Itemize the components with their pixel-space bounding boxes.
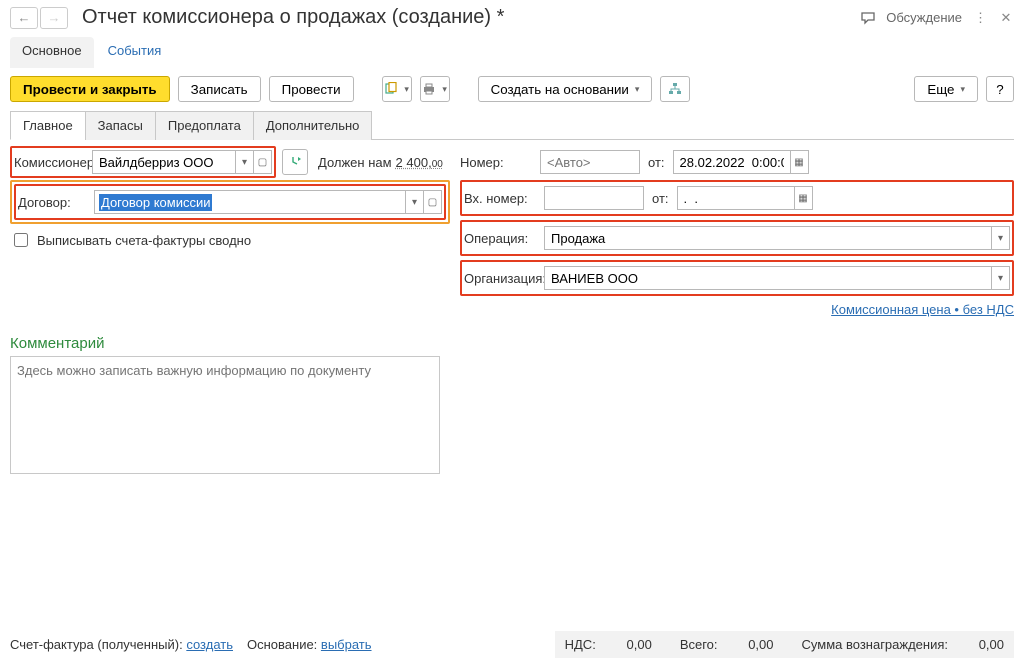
- chevron-down-icon: ▾: [998, 273, 1003, 284]
- totals-bar: НДС:0,00 Всего:0,00 Сумма вознаграждения…: [555, 631, 1014, 658]
- contract-input[interactable]: Договор комиссии: [94, 190, 406, 214]
- bulk-invoice-checkbox[interactable]: [14, 233, 28, 247]
- print-icon: [422, 82, 436, 96]
- save-button[interactable]: Записать: [178, 76, 261, 102]
- help-button[interactable]: ?: [986, 76, 1014, 102]
- chevron-down-icon: ▾: [442, 84, 447, 95]
- org-dropdown-button[interactable]: ▾: [992, 266, 1010, 290]
- total-label: Всего:: [680, 637, 718, 652]
- date-picker-button[interactable]: ▦: [791, 150, 809, 174]
- close-icon[interactable]: ✕: [998, 10, 1014, 26]
- tab-prepay[interactable]: Предоплата: [155, 111, 254, 140]
- chevron-down-icon: ▾: [635, 84, 640, 95]
- print-dropdown-button[interactable]: ▾: [420, 76, 450, 102]
- in-date-picker-button[interactable]: ▦: [795, 186, 813, 210]
- chevron-down-icon: ▾: [242, 157, 247, 168]
- fee-label: Сумма вознаграждения:: [802, 637, 948, 652]
- number-label: Номер:: [460, 155, 540, 170]
- chevron-down-icon: ▾: [404, 84, 409, 95]
- basis-select-link[interactable]: выбрать: [321, 637, 372, 652]
- create-based-label: Создать на основании: [491, 82, 629, 97]
- total-value: 0,00: [718, 637, 774, 652]
- copy-icon: [384, 82, 398, 96]
- discuss-link[interactable]: Обсуждение: [886, 10, 962, 25]
- in-number-input[interactable]: [544, 186, 644, 210]
- comment-textarea[interactable]: [10, 356, 440, 474]
- open-icon: ▢: [428, 197, 437, 208]
- commissioner-input[interactable]: [92, 150, 236, 174]
- org-value[interactable]: [549, 270, 987, 287]
- nav-forward-button[interactable]: →: [40, 7, 68, 29]
- chevron-down-icon: ▾: [412, 197, 417, 208]
- operation-value[interactable]: [549, 230, 987, 247]
- fee-value: 0,00: [948, 637, 1004, 652]
- debt-value[interactable]: 2 400,: [396, 155, 432, 170]
- copy-dropdown-button[interactable]: ▾: [382, 76, 412, 102]
- more-label: Еще: [927, 82, 954, 97]
- date-input[interactable]: [673, 150, 791, 174]
- arrow-right-icon: →: [48, 10, 61, 25]
- operation-select[interactable]: [544, 226, 992, 250]
- post-and-close-button[interactable]: Провести и закрыть: [10, 76, 170, 102]
- contract-value: Договор комиссии: [99, 194, 212, 211]
- org-label: Организация:: [464, 271, 544, 286]
- contract-label: Договор:: [18, 195, 94, 210]
- commissioner-value[interactable]: [97, 154, 231, 171]
- number-input[interactable]: [540, 150, 640, 174]
- refresh-icon: [288, 155, 302, 169]
- discuss-icon[interactable]: [860, 10, 876, 26]
- page-title: Отчет комиссионера о продажах (создание)…: [82, 6, 860, 29]
- create-based-button[interactable]: Создать на основании ▾: [478, 76, 653, 102]
- chevron-down-icon: ▾: [960, 84, 965, 95]
- tab-stocks[interactable]: Запасы: [85, 111, 156, 140]
- number-value[interactable]: [545, 154, 635, 171]
- nds-label: НДС:: [565, 637, 596, 652]
- in-date-input[interactable]: [677, 186, 795, 210]
- arrow-left-icon: ←: [18, 10, 31, 25]
- calendar-icon: ▦: [794, 157, 803, 168]
- bulk-invoice-label: Выписывать счета-фактуры сводно: [37, 233, 251, 248]
- in-number-value[interactable]: [549, 190, 639, 207]
- commissioner-open-button[interactable]: ▢: [254, 150, 272, 174]
- nav-back-button[interactable]: ←: [10, 7, 38, 29]
- date-value[interactable]: [678, 154, 786, 171]
- commissioner-label: Комиссионер:: [14, 155, 92, 170]
- invoice-create-link[interactable]: создать: [186, 637, 233, 652]
- kebab-icon[interactable]: ⋮: [972, 10, 988, 26]
- structure-icon: [668, 82, 682, 96]
- in-number-label: Вх. номер:: [464, 191, 544, 206]
- contract-open-button[interactable]: ▢: [424, 190, 442, 214]
- basis-label: Основание:: [247, 637, 317, 652]
- calendar-icon: ▦: [798, 193, 807, 204]
- section-tab-main[interactable]: Основное: [10, 37, 94, 68]
- section-tab-events[interactable]: События: [96, 37, 174, 68]
- nds-value: 0,00: [596, 637, 652, 652]
- invoice-label: Счет-фактура (полученный):: [10, 637, 183, 652]
- structure-button[interactable]: [660, 76, 690, 102]
- refresh-debt-button[interactable]: [282, 149, 308, 175]
- commissioner-dropdown-button[interactable]: ▾: [236, 150, 254, 174]
- chevron-down-icon: ▾: [998, 233, 1003, 244]
- contract-dropdown-button[interactable]: ▾: [406, 190, 424, 214]
- in-date-value[interactable]: [682, 190, 790, 207]
- tab-extra[interactable]: Дополнительно: [253, 111, 373, 140]
- open-icon: ▢: [258, 157, 267, 168]
- org-select[interactable]: [544, 266, 992, 290]
- operation-label: Операция:: [464, 231, 544, 246]
- from-label: от:: [648, 155, 665, 170]
- post-button[interactable]: Провести: [269, 76, 354, 102]
- price-type-link[interactable]: Комиссионная цена • без НДС: [831, 302, 1014, 317]
- more-button[interactable]: Еще ▾: [914, 76, 978, 102]
- operation-dropdown-button[interactable]: ▾: [992, 226, 1010, 250]
- debt-frac[interactable]: 00: [432, 159, 443, 170]
- debt-label: Должен нам: [318, 155, 392, 170]
- tab-main[interactable]: Главное: [10, 111, 86, 140]
- in-from-label: от:: [652, 191, 669, 206]
- comment-header: Комментарий: [10, 335, 1014, 352]
